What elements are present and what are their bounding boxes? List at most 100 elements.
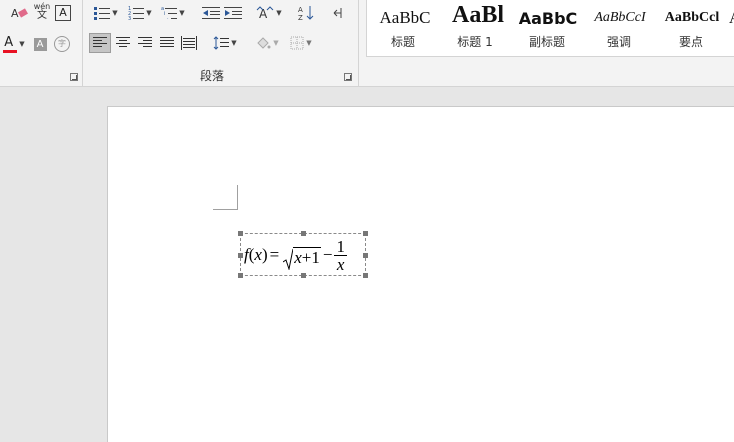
chevron-down-icon: ▼ — [276, 9, 282, 17]
eq-fraction: 1 x — [334, 238, 347, 273]
show-formatting-marks-button[interactable] — [328, 3, 348, 23]
eq-equals: = — [269, 245, 280, 264]
bullets-button[interactable]: ▼ — [91, 3, 121, 23]
style-strong[interactable]: AaBbCcl 要点 — [655, 0, 727, 56]
svg-text:3: 3 — [128, 16, 131, 20]
svg-text:A: A — [298, 6, 303, 14]
ribbon: A wén 文 A A ▼ A 字 ▼ 1 2 3 ▼ a i · ▼ A ▼ … — [0, 0, 734, 87]
paragraph-group-label: 段落 — [200, 69, 225, 83]
eq-plus: + — [301, 247, 312, 267]
eq-fraction-denominator: x — [336, 254, 345, 274]
style-next-partial: A — [729, 10, 734, 26]
margin-corner-mark — [213, 185, 238, 210]
distributed-button[interactable] — [178, 33, 200, 53]
chinese-layout-icon: A — [256, 6, 274, 20]
paragraph-dialog-launcher[interactable] — [344, 73, 352, 81]
increase-indent-button[interactable] — [222, 3, 244, 23]
character-shading-icon: A — [33, 37, 47, 51]
align-right-icon — [138, 37, 152, 47]
resize-handle[interactable] — [238, 253, 243, 258]
justify-icon — [160, 37, 174, 47]
eq-one: 1 — [311, 247, 320, 267]
shading-button[interactable]: ▼ — [252, 33, 282, 53]
eq-right-paren: ) — [261, 245, 268, 264]
decrease-indent-button[interactable] — [200, 3, 222, 23]
sort-icon: A Z — [298, 6, 314, 21]
phonetic-guide-button[interactable]: wén 文 — [32, 2, 52, 22]
character-shading-button[interactable]: A — [32, 34, 48, 54]
style-name: 副标题 — [528, 35, 565, 49]
resize-handle[interactable] — [363, 231, 368, 236]
justify-button[interactable] — [156, 33, 178, 53]
font-color-icon: A — [3, 35, 18, 53]
styles-gallery: AaBbC 标题 AaBl 标题 1 AaBbC 副标题 AaBbCcI 强调 … — [366, 0, 734, 57]
resize-handle[interactable] — [301, 231, 306, 236]
clear-formatting-button[interactable]: A — [8, 3, 30, 23]
style-sample: AaBbCcI — [594, 10, 646, 25]
resize-handle[interactable] — [238, 273, 243, 278]
chevron-down-icon: ▼ — [146, 9, 152, 17]
character-border-button[interactable]: A — [54, 3, 72, 23]
enclose-characters-icon: 字 — [54, 36, 70, 52]
align-center-icon — [116, 37, 130, 47]
equation-content: f ( x ) = x+1 − 1 x — [244, 238, 347, 273]
svg-text:Z: Z — [298, 14, 303, 21]
eq-fraction-numerator: 1 — [334, 236, 347, 256]
numbering-button[interactable]: 1 2 3 ▼ — [125, 3, 155, 23]
style-title[interactable]: AaBbC 标题 — [367, 0, 439, 56]
document-page[interactable] — [107, 106, 734, 442]
eq-variable: x — [254, 245, 262, 264]
borders-icon — [290, 36, 304, 50]
distributed-icon — [181, 36, 197, 50]
radical-sign-icon — [283, 248, 294, 270]
style-sample: AaBl — [451, 2, 504, 28]
font-color-button[interactable]: A ▼ — [0, 34, 28, 54]
style-sample: AaBbC — [518, 9, 578, 28]
chevron-down-icon: ▼ — [112, 9, 118, 17]
align-left-icon — [93, 37, 107, 47]
font-dialog-launcher[interactable] — [70, 73, 78, 81]
resize-handle[interactable] — [301, 273, 306, 278]
eq-radicand-variable: x — [294, 247, 302, 267]
resize-handle[interactable] — [363, 253, 368, 258]
group-separator — [358, 0, 359, 86]
chevron-down-icon: ▼ — [273, 39, 279, 47]
borders-button[interactable]: ▼ — [286, 33, 316, 53]
multilevel-list-button[interactable]: a i · ▼ — [158, 3, 188, 23]
line-spacing-button[interactable]: ▼ — [210, 33, 240, 53]
character-border-icon: A — [55, 5, 71, 21]
bullets-icon — [94, 7, 111, 20]
equation-object[interactable]: f ( x ) = x+1 − 1 x — [238, 231, 368, 278]
enclose-characters-button[interactable]: 字 — [52, 34, 72, 54]
resize-handle[interactable] — [363, 273, 368, 278]
style-sample: AaBbCcl — [664, 10, 720, 25]
eq-square-root: x+1 — [283, 243, 321, 270]
group-separator — [82, 0, 83, 86]
resize-handle[interactable] — [238, 231, 243, 236]
svg-text:·: · — [167, 16, 169, 20]
multilevel-list-icon: a i · — [161, 6, 178, 20]
decrease-indent-icon — [202, 7, 220, 19]
align-right-button[interactable] — [134, 33, 156, 53]
chevron-down-icon: ▼ — [231, 39, 237, 47]
style-name: 标题 1 — [457, 35, 493, 49]
style-subtitle[interactable]: AaBbC 副标题 — [511, 0, 583, 56]
eq-minus: − — [322, 245, 333, 264]
chinese-layout-button[interactable]: A ▼ — [254, 3, 284, 23]
style-emphasis[interactable]: AaBbCcI 强调 — [583, 0, 655, 56]
style-heading-1[interactable]: AaBl 标题 1 — [439, 0, 511, 56]
paragraph-mark-icon — [333, 8, 342, 18]
sort-button[interactable]: A Z — [296, 3, 318, 23]
style-sample: AaBbC — [379, 8, 431, 27]
style-name: 要点 — [678, 35, 703, 49]
line-spacing-icon — [213, 36, 230, 50]
style-name: 强调 — [606, 35, 631, 49]
align-center-button[interactable] — [112, 33, 134, 53]
paint-bucket-icon — [257, 37, 271, 49]
eraser-icon: A — [11, 7, 28, 20]
chevron-down-icon: ▼ — [179, 9, 185, 17]
numbering-icon: 1 2 3 — [128, 6, 145, 20]
align-left-button[interactable] — [89, 33, 111, 53]
svg-text:i: i — [164, 11, 165, 17]
chevron-down-icon: ▼ — [306, 39, 312, 47]
